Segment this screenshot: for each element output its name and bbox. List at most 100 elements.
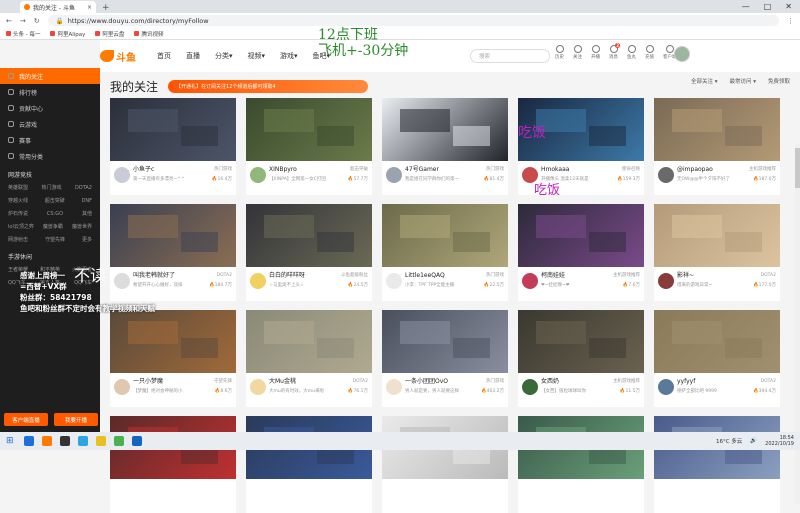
- stream-category[interactable]: 主机游戏推荐: [613, 377, 640, 386]
- streamer-name[interactable]: 女西奶: [541, 377, 559, 386]
- stream-thumbnail[interactable]: [654, 204, 780, 267]
- streamer-name[interactable]: yyfyyf: [677, 377, 695, 386]
- stream-card[interactable]: 柯南娃娃 主机游戏推荐 ❤~娃娃晚~❤ 🔥7.6万: [518, 204, 644, 301]
- stream-card[interactable]: 影祥~ DOTA2 借来的游戏日常~ 🔥177.0万: [654, 204, 780, 301]
- streamer-avatar[interactable]: [658, 167, 674, 183]
- stream-card[interactable]: 47号Gamer 热门游戏 我是姐在同学群你们的第一 🔥81.4万: [382, 98, 508, 195]
- address-bar[interactable]: 🔒 https://www.douyu.com/directory/myFoll…: [47, 15, 779, 26]
- stream-card[interactable]: [110, 416, 236, 513]
- stream-thumbnail[interactable]: [518, 204, 644, 267]
- streamer-name[interactable]: 一条小团团OvO: [405, 377, 448, 386]
- recharge-button[interactable]: 充值: [645, 45, 654, 60]
- streamer-avatar[interactable]: [386, 379, 402, 395]
- sidebar-category-link[interactable]: 英雄联盟: [8, 184, 28, 191]
- sidebar-category-link[interactable]: DOTA2: [75, 185, 92, 191]
- nav-link[interactable]: 分类▾: [215, 51, 233, 61]
- stream-thumbnail[interactable]: [518, 310, 644, 373]
- streamer-name[interactable]: Hmokaaa: [541, 165, 569, 174]
- sidebar-category-link[interactable]: 网游射击: [8, 236, 28, 243]
- streamer-name[interactable]: 白白的咩咩呀: [269, 271, 305, 280]
- streamer-avatar[interactable]: [250, 379, 266, 395]
- sidebar-category-link[interactable]: 魔兽世界: [72, 223, 92, 230]
- sidebar-category-link[interactable]: 其他: [82, 210, 92, 217]
- streamer-avatar[interactable]: [386, 167, 402, 183]
- stream-category[interactable]: 使命召唤: [622, 165, 640, 174]
- bookmark-item[interactable]: 阿里云盘: [95, 30, 124, 38]
- nav-link[interactable]: 首页: [157, 51, 171, 61]
- clock[interactable]: 18:54 2022/10/19: [765, 435, 794, 447]
- streamer-avatar[interactable]: [250, 167, 266, 183]
- stream-category[interactable]: 斗鱼超级粉丝: [341, 271, 368, 280]
- sidebar-category-link[interactable]: 炉石传说: [8, 210, 28, 217]
- streamer-name[interactable]: 大Mu金桃: [269, 377, 296, 386]
- history-button[interactable]: 历史: [555, 45, 564, 60]
- stream-category[interactable]: DOTA2: [353, 377, 368, 386]
- streamer-avatar[interactable]: [114, 167, 130, 183]
- tab-close-icon[interactable]: ×: [87, 4, 92, 11]
- stream-thumbnail[interactable]: [110, 204, 236, 267]
- filter-option[interactable]: 免费领取: [768, 77, 790, 85]
- stream-thumbnail[interactable]: [110, 98, 236, 161]
- taskbar-app-icon[interactable]: [23, 436, 34, 446]
- extensions-icon[interactable]: ⋮: [787, 17, 794, 25]
- stream-card[interactable]: 一只小梦魔 守望先锋 【梦魔】绝对会神秘的小 🔥8.6万: [110, 310, 236, 407]
- sidebar-category-link[interactable]: 穿越火线: [8, 197, 28, 204]
- taskbar-app-icon[interactable]: [113, 436, 124, 446]
- stream-card[interactable]: 一条小团团OvO 热门游戏 男人就是要，男人就要这样 🔥463.2万: [382, 310, 508, 407]
- sidebar-item[interactable]: 我的关注: [0, 68, 100, 84]
- stream-category[interactable]: DOTA2: [761, 271, 776, 280]
- sidebar-category-link[interactable]: 热门游戏: [41, 184, 61, 191]
- go-live-button[interactable]: 我要开播: [54, 413, 98, 426]
- stream-thumbnail[interactable]: [110, 310, 236, 373]
- client-live-button[interactable]: 客户端直播: [4, 413, 48, 426]
- stream-card[interactable]: yyfyyf DOTA2 德萨全部比吧 9999 🔥394.4万: [654, 310, 780, 407]
- douyu-logo[interactable]: 斗鱼: [100, 47, 138, 65]
- nav-link[interactable]: 直播: [186, 51, 200, 61]
- scrollbar[interactable]: [795, 144, 800, 504]
- search-input[interactable]: 搜索: [470, 49, 550, 63]
- stream-category[interactable]: 主机游戏推荐: [749, 165, 776, 174]
- new-tab-button[interactable]: +: [102, 3, 110, 13]
- streamer-name[interactable]: @impaopao: [677, 165, 713, 174]
- streamer-name[interactable]: 一只小梦魔: [133, 377, 163, 386]
- sidebar-item[interactable]: 赛事: [0, 132, 100, 148]
- bookmark-item[interactable]: 腾讯视频: [134, 30, 163, 38]
- sidebar-category-link[interactable]: 更多: [82, 236, 92, 243]
- streamer-avatar[interactable]: [114, 379, 130, 395]
- stream-card[interactable]: [382, 416, 508, 513]
- minimize-button[interactable]: —: [742, 2, 750, 11]
- streamer-avatar[interactable]: [658, 273, 674, 289]
- streamer-avatar[interactable]: [658, 379, 674, 395]
- streamer-name[interactable]: 柯南娃娃: [541, 271, 565, 280]
- volume-icon[interactable]: 🔊: [750, 438, 757, 444]
- stream-category[interactable]: 超击突破: [350, 165, 368, 174]
- streamer-name[interactable]: Little1eeQAQ: [405, 271, 445, 280]
- stream-thumbnail[interactable]: [246, 310, 372, 373]
- user-avatar[interactable]: [674, 46, 690, 62]
- task-button[interactable]: 鱼丸: [627, 45, 636, 60]
- stream-card[interactable]: 女西奶 主机游戏推荐 【女西】值粒球球叫你 🔥11.5万: [518, 310, 644, 407]
- streamer-name[interactable]: 小鱼子c: [133, 165, 154, 174]
- streamer-avatar[interactable]: [522, 273, 538, 289]
- streamer-name[interactable]: XINBpyro: [269, 165, 297, 174]
- streamer-name[interactable]: 47号Gamer: [405, 165, 439, 174]
- sidebar-item[interactable]: 贡献中心: [0, 100, 100, 116]
- stream-card[interactable]: 小鱼子c 热门游戏 第一天直播有多漂亮~^^ 🔥16.4万: [110, 98, 236, 195]
- stream-card[interactable]: 大Mu金桃 DOTA2 大mu的有时效，大mu来啦 🔥76.1万: [246, 310, 372, 407]
- stream-category[interactable]: 热门游戏: [486, 165, 504, 174]
- stream-thumbnail[interactable]: [654, 310, 780, 373]
- stream-category[interactable]: 守望先锋: [214, 377, 232, 386]
- follow-button[interactable]: 关注: [573, 45, 582, 60]
- taskbar-app-icon[interactable]: [77, 436, 88, 446]
- browser-tab[interactable]: 我的关注 - 斗鱼 ×: [20, 1, 96, 13]
- taskbar-app-icon[interactable]: [59, 436, 70, 446]
- sidebar-item[interactable]: 排行榜: [0, 84, 100, 100]
- taskbar-app-icon[interactable]: [41, 436, 52, 446]
- taskbar-app-icon[interactable]: [95, 436, 106, 446]
- sidebar-category-link[interactable]: 守望先锋: [45, 236, 65, 243]
- weather-text[interactable]: 16°C 多云: [716, 437, 742, 445]
- stream-thumbnail[interactable]: [382, 310, 508, 373]
- close-window-button[interactable]: ✕: [785, 2, 792, 11]
- taskbar-app-icon[interactable]: [131, 436, 142, 446]
- streamer-avatar[interactable]: [386, 273, 402, 289]
